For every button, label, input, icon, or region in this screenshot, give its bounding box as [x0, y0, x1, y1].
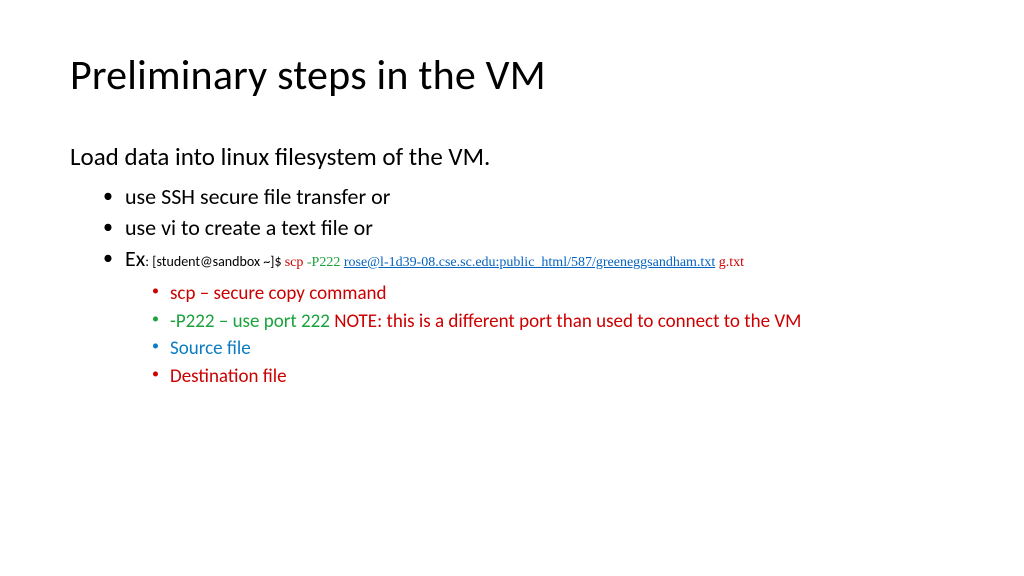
- ex-source-url: rose@l-1d39-08.cse.sc.edu:public_html/58…: [344, 255, 715, 270]
- bullet-vi: use vi to create a text file or: [125, 213, 954, 244]
- ex-scp: scp: [285, 255, 307, 270]
- sub-destination-text: Destination file: [170, 365, 287, 388]
- ex-destination: g.txt: [715, 255, 744, 270]
- ex-label: Ex: [125, 245, 145, 272]
- ex-prompt: : [student@sandbox ~]$: [145, 253, 284, 270]
- ex-port: -P222: [307, 255, 344, 270]
- intro-line: Load data into linux filesystem of the V…: [70, 141, 954, 172]
- sub-scp-text: scp – secure copy command: [170, 282, 387, 305]
- bullet-example: Ex: [student@sandbox ~]$ scp -P222 rose@…: [125, 244, 954, 391]
- sub-list: scp – secure copy command -P222 – use po…: [125, 280, 954, 390]
- sub-destination: Destination file: [170, 363, 954, 391]
- sub-scp: scp – secure copy command: [170, 280, 954, 308]
- sub-source: Source file: [170, 335, 954, 363]
- slide-title: Preliminary steps in the VM: [70, 50, 954, 101]
- sub-port-green: -P222 – use port 222: [170, 310, 334, 333]
- sub-port: -P222 – use port 222 NOTE: this is a dif…: [170, 308, 954, 336]
- sub-port-note: NOTE: this is a different port than used…: [334, 310, 801, 333]
- bullet-ssh: use SSH secure file transfer or: [125, 182, 954, 213]
- main-list: use SSH secure file transfer or use vi t…: [70, 182, 954, 391]
- sub-source-text: Source file: [170, 337, 251, 360]
